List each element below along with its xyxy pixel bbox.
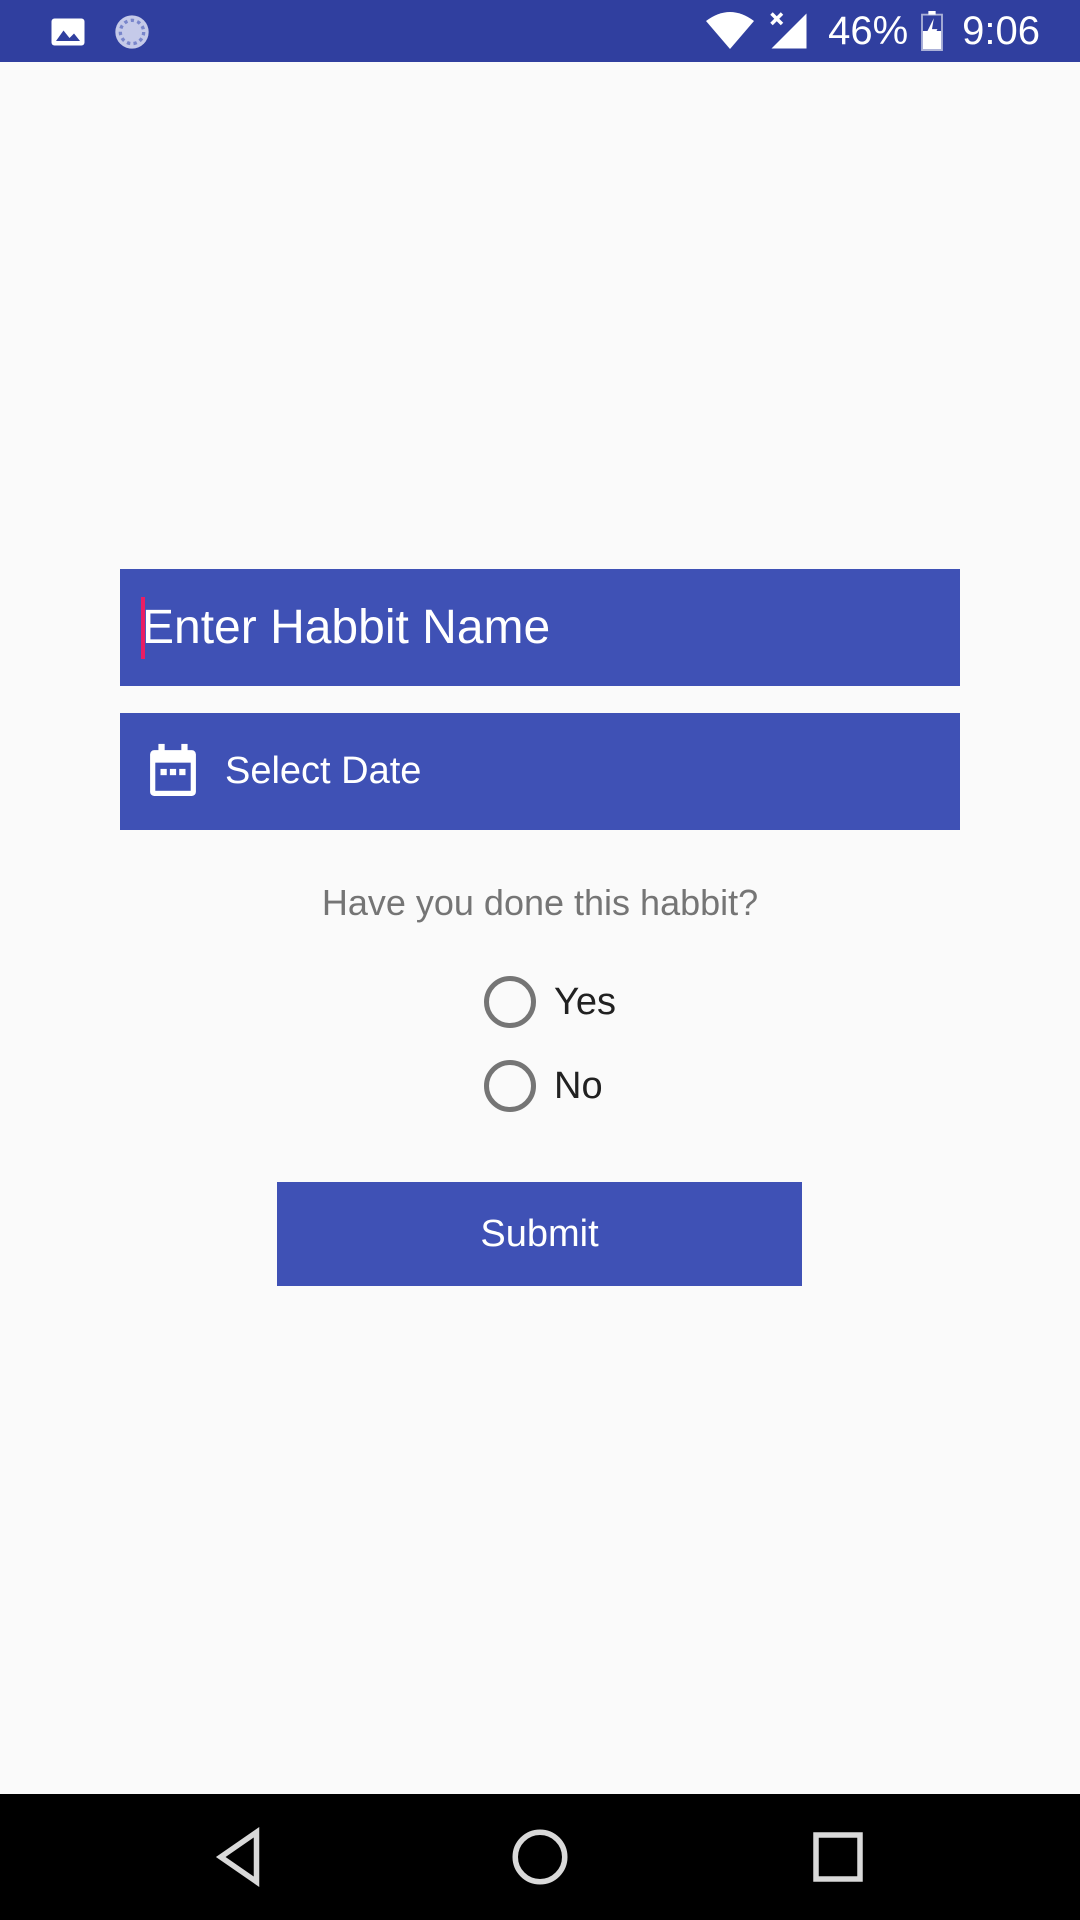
status-bar: 46% 9:06 <box>0 0 1080 62</box>
radio-yes-label: Yes <box>554 980 616 1023</box>
calendar-icon <box>150 743 196 796</box>
cell-signal-icon <box>770 12 807 49</box>
navigation-bar <box>0 1794 1080 1920</box>
status-left-icons <box>50 12 152 52</box>
recents-icon[interactable] <box>805 1824 871 1890</box>
submit-button[interactable]: Submit <box>277 1182 802 1286</box>
battery-percent: 46% <box>828 8 909 53</box>
home-icon[interactable] <box>507 1824 573 1890</box>
sync-icon <box>115 15 149 49</box>
wifi-icon <box>706 12 755 49</box>
status-right-icons: 46% 9:06 <box>706 0 1040 62</box>
back-icon[interactable] <box>207 1824 273 1890</box>
main-content: Enter Habbit Name Select Date Have you d… <box>0 62 1080 1794</box>
habit-name-input[interactable]: Enter Habbit Name <box>120 569 960 686</box>
image-icon <box>51 18 85 46</box>
radio-no[interactable]: No <box>484 1058 603 1114</box>
habit-name-placeholder: Enter Habbit Name <box>142 601 551 654</box>
radio-no-label: No <box>554 1064 603 1107</box>
habit-question: Have you done this habbit? <box>321 882 759 923</box>
radio-yes-circle[interactable] <box>484 976 536 1028</box>
select-date-button[interactable]: Select Date <box>120 713 960 830</box>
clock: 9:06 <box>962 8 1040 53</box>
radio-no-circle[interactable] <box>484 1060 536 1112</box>
radio-yes[interactable]: Yes <box>484 974 616 1030</box>
select-date-label: Select Date <box>225 750 422 792</box>
battery-icon <box>921 11 944 51</box>
